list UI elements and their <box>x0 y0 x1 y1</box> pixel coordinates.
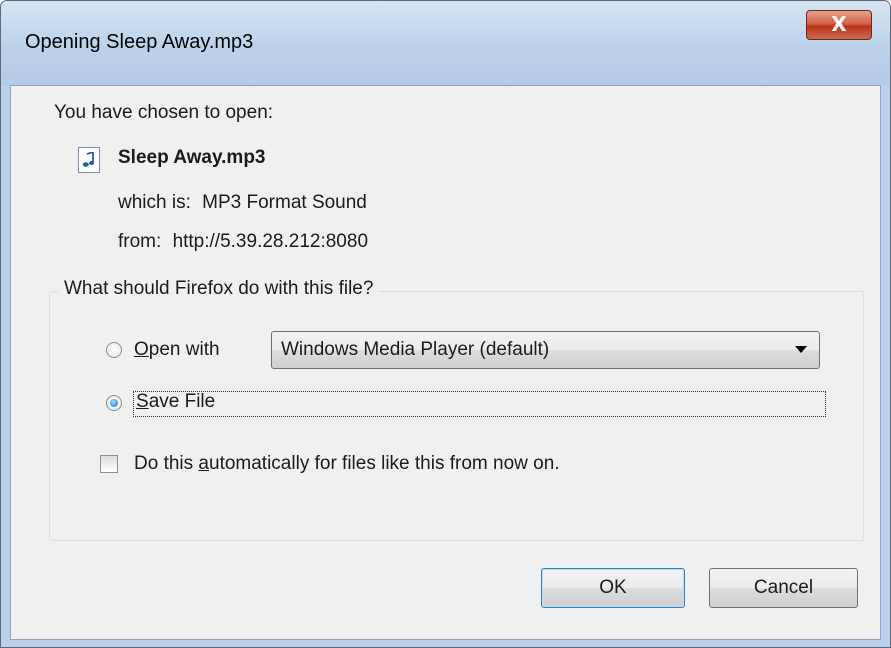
file-type-value: MP3 Format Sound <box>202 192 367 213</box>
save-file-label-rest: ave File <box>148 391 216 412</box>
save-file-label[interactable]: Save File <box>136 391 215 413</box>
save-file-radio[interactable] <box>106 395 122 411</box>
open-with-accel: O <box>134 339 149 360</box>
ok-button[interactable]: OK <box>541 568 685 608</box>
auto-label-accel: a <box>198 453 209 474</box>
auto-checkbox[interactable] <box>100 455 118 473</box>
close-button[interactable]: X <box>806 10 872 40</box>
auto-label-rest: utomatically for files like this from no… <box>209 453 560 474</box>
open-with-label[interactable]: Open with <box>134 339 220 361</box>
auto-checkbox-label[interactable]: Do this automatically for files like thi… <box>134 453 560 475</box>
window-title: Opening Sleep Away.mp3 <box>25 31 254 53</box>
chevron-down-icon[interactable] <box>795 346 807 353</box>
from-label: from: <box>118 231 162 252</box>
dialog-window: Opening Sleep Away.mp3 X You have chosen… <box>0 0 891 648</box>
groupbox-legend: What should Firefox do with this file? <box>58 278 380 300</box>
title-bar[interactable]: Opening Sleep Away.mp3 X <box>1 1 890 85</box>
save-file-accel: S <box>136 391 149 412</box>
open-with-app-value: Windows Media Player (default) <box>281 339 550 360</box>
open-with-radio[interactable] <box>106 342 122 358</box>
open-with-label-rest: pen with <box>148 339 220 360</box>
open-with-app-select[interactable]: Windows Media Player (default) <box>271 331 820 369</box>
auto-label-prefix: Do this <box>134 453 199 474</box>
file-type-row: which is: MP3 Format Sound <box>118 192 367 214</box>
focus-rectangle <box>133 391 826 417</box>
file-source-row: from: http://5.39.28.212:8080 <box>118 231 368 253</box>
which-is-label: which is: <box>118 192 191 213</box>
file-name: Sleep Away.mp3 <box>118 147 266 168</box>
audio-file-icon <box>78 147 100 173</box>
file-source-value: http://5.39.28.212:8080 <box>172 231 369 252</box>
dialog-content: You have chosen to open: Sleep Away.mp3 … <box>10 85 881 640</box>
cancel-button[interactable]: Cancel <box>709 568 858 608</box>
intro-text: You have chosen to open: <box>54 102 274 123</box>
